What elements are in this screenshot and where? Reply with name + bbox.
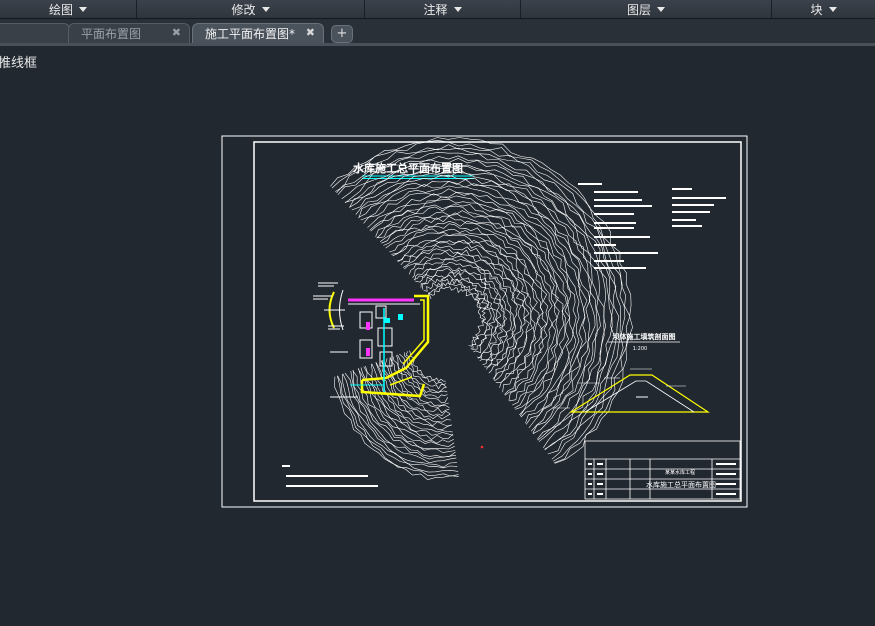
contour-line xyxy=(409,350,446,382)
contour-line xyxy=(337,375,459,473)
contour-line xyxy=(335,144,626,462)
site-layout xyxy=(328,289,484,449)
legend-block xyxy=(282,465,378,487)
contour-line xyxy=(404,250,518,374)
contour-line xyxy=(397,239,533,383)
section-title: 坝体施工填筑剖面图 xyxy=(613,332,676,341)
title-block-project: 某某水库工程 xyxy=(665,469,695,476)
contour-line xyxy=(376,210,560,409)
section-scale: 1:200 xyxy=(633,346,647,352)
drawing-canvas[interactable]: 水库施工总平面布置图 坝体施工填筑剖面图 1:200 某某水库工程 水库施工总平… xyxy=(0,0,875,626)
title-block xyxy=(584,440,741,500)
contour-line xyxy=(404,352,447,390)
contour-line xyxy=(353,370,456,458)
contour-line xyxy=(400,244,526,381)
title-block-drawing-name: 水库施工总平面布置图 xyxy=(646,480,716,489)
contour-line xyxy=(341,155,615,450)
contour-line xyxy=(384,358,450,414)
contour-line xyxy=(428,286,485,347)
